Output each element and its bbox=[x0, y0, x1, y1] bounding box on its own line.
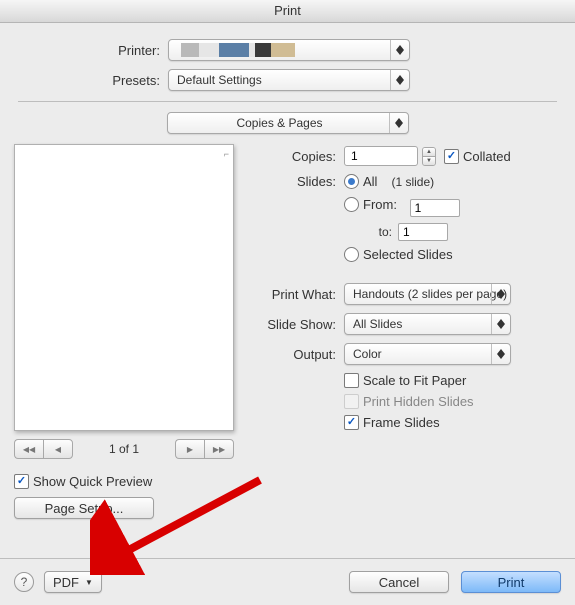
checkbox-icon bbox=[344, 415, 359, 430]
copies-input[interactable] bbox=[344, 146, 418, 166]
hidden-checkbox: Print Hidden Slides bbox=[344, 394, 561, 409]
presets-label: Presets: bbox=[0, 73, 168, 88]
stepper-down-icon: ▼ bbox=[423, 157, 435, 165]
checkbox-icon bbox=[344, 394, 359, 409]
output-value: Color bbox=[345, 344, 406, 364]
dropdown-arrows-icon bbox=[491, 284, 510, 304]
hidden-label: Print Hidden Slides bbox=[363, 394, 474, 409]
radio-icon bbox=[344, 174, 359, 189]
frame-checkbox[interactable]: Frame Slides bbox=[344, 415, 561, 430]
preview-page: ⌐ bbox=[14, 144, 234, 431]
presets-value: Default Settings bbox=[169, 70, 286, 90]
slides-label: Slides: bbox=[256, 174, 344, 189]
checkbox-icon bbox=[344, 373, 359, 388]
dropdown-arrows-icon bbox=[491, 314, 510, 334]
print-button[interactable]: Print bbox=[461, 571, 561, 593]
help-button[interactable]: ? bbox=[14, 572, 34, 592]
pdf-menu-button[interactable]: PDF ▼ bbox=[44, 571, 102, 593]
scale-label: Scale to Fit Paper bbox=[363, 373, 466, 388]
slides-selected-label: Selected Slides bbox=[363, 247, 453, 262]
output-label: Output: bbox=[256, 347, 344, 362]
slideshow-value: All Slides bbox=[345, 314, 426, 334]
checkbox-icon bbox=[14, 474, 29, 489]
scale-checkbox[interactable]: Scale to Fit Paper bbox=[344, 373, 561, 388]
section-select[interactable]: Copies & Pages bbox=[167, 112, 409, 134]
help-icon: ? bbox=[21, 575, 28, 589]
section-value: Copies & Pages bbox=[168, 113, 408, 133]
to-label: to: bbox=[344, 225, 398, 239]
radio-icon bbox=[344, 247, 359, 262]
radio-icon bbox=[344, 197, 359, 212]
quick-preview-label: Show Quick Preview bbox=[33, 474, 152, 489]
output-select[interactable]: Color bbox=[344, 343, 511, 365]
from-input[interactable] bbox=[410, 199, 460, 217]
page-next-button[interactable]: ▶ bbox=[175, 439, 204, 459]
printer-select[interactable] bbox=[168, 39, 410, 61]
quick-preview-checkbox[interactable]: Show Quick Preview bbox=[14, 474, 152, 489]
printwhat-select[interactable]: Handouts (2 slides per page) bbox=[344, 283, 511, 305]
presets-select[interactable]: Default Settings bbox=[168, 69, 410, 91]
page-indicator: 1 of 1 bbox=[109, 442, 139, 456]
printer-name-redacted bbox=[181, 43, 301, 57]
cancel-label: Cancel bbox=[379, 575, 419, 590]
dialog-title: Print bbox=[0, 0, 575, 23]
slides-all-label: All bbox=[363, 174, 377, 189]
slides-from-radio[interactable]: From: bbox=[344, 197, 397, 212]
printer-label: Printer: bbox=[0, 43, 168, 58]
page-setup-button[interactable]: Page Setup... bbox=[14, 497, 154, 519]
page-last-button[interactable]: ▶▶ bbox=[204, 439, 234, 459]
frame-label: Frame Slides bbox=[363, 415, 440, 430]
slides-all-radio[interactable]: All bbox=[344, 174, 377, 189]
slides-selected-radio[interactable]: Selected Slides bbox=[344, 247, 453, 262]
cancel-button[interactable]: Cancel bbox=[349, 571, 449, 593]
page-setup-label: Page Setup... bbox=[45, 501, 124, 516]
collated-label: Collated bbox=[463, 149, 511, 164]
dropdown-arrows-icon bbox=[389, 113, 408, 133]
stepper-up-icon: ▲ bbox=[423, 148, 435, 157]
slide-count: (1 slide) bbox=[391, 175, 434, 189]
slides-from-label: From: bbox=[363, 197, 397, 212]
printwhat-value: Handouts (2 slides per page) bbox=[345, 284, 510, 304]
pdf-label: PDF bbox=[53, 575, 79, 590]
copies-label: Copies: bbox=[256, 149, 344, 164]
slideshow-label: Slide Show: bbox=[256, 317, 344, 332]
copies-stepper[interactable]: ▲ ▼ bbox=[422, 147, 436, 166]
dropdown-arrows-icon bbox=[491, 344, 510, 364]
dropdown-triangle-icon: ▼ bbox=[85, 578, 93, 587]
dropdown-arrows-icon bbox=[390, 70, 409, 90]
collated-checkbox[interactable]: Collated bbox=[444, 149, 511, 164]
page-prev-button[interactable]: ◀ bbox=[43, 439, 73, 459]
to-input[interactable] bbox=[398, 223, 448, 241]
print-label: Print bbox=[498, 575, 525, 590]
dropdown-arrows-icon bbox=[390, 40, 409, 60]
page-first-button[interactable]: ◀◀ bbox=[14, 439, 43, 459]
printwhat-label: Print What: bbox=[256, 287, 344, 302]
checkbox-icon bbox=[444, 149, 459, 164]
slideshow-select[interactable]: All Slides bbox=[344, 313, 511, 335]
